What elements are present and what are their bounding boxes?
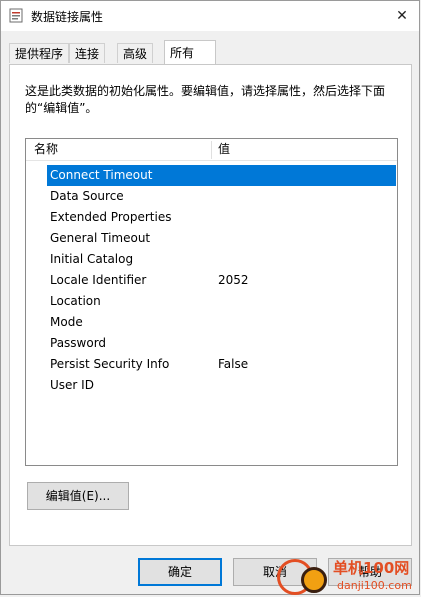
edit-value-button[interactable]: 编辑值(E)...	[27, 482, 129, 510]
close-icon: ✕	[396, 8, 408, 24]
dialog-window: 数据链接属性 ✕ 提供程序 连接 高级 所有 这是此类数据的初始化属性。要编辑值…	[0, 0, 420, 595]
all-properties-panel: 这是此类数据的初始化属性。要编辑值，请选择属性，然后选择下面的“编辑值”。 名称…	[9, 64, 412, 546]
database-link-icon	[9, 8, 23, 23]
property-row[interactable]: Password	[47, 333, 396, 354]
property-rows: Connect Timeout Data Source Extended Pro…	[47, 165, 396, 396]
property-row[interactable]: Initial Catalog	[47, 249, 396, 270]
properties-list[interactable]: 名称 值 Connect Timeout Data Source Extende…	[25, 138, 398, 466]
ok-button[interactable]: 确定	[138, 558, 222, 586]
property-name: General Timeout	[50, 231, 151, 245]
property-row[interactable]: Persist Security Info False	[47, 354, 396, 375]
column-header-name[interactable]: 名称	[34, 139, 58, 160]
property-value: 2052	[218, 273, 249, 287]
property-name: Password	[50, 336, 107, 350]
property-row[interactable]: User ID	[47, 375, 396, 396]
list-header: 名称 值	[26, 139, 397, 161]
tab-connection[interactable]: 连接	[69, 43, 106, 63]
close-button[interactable]: ✕	[385, 1, 419, 31]
property-name: Location	[50, 294, 101, 308]
watermark-title: 单机100网	[333, 559, 410, 577]
column-divider[interactable]	[211, 141, 212, 159]
property-row[interactable]: General Timeout	[47, 228, 396, 249]
watermark-url: danji100.com	[337, 579, 412, 592]
property-name: Persist Security Info	[50, 357, 170, 371]
tab-all[interactable]: 所有	[164, 40, 216, 64]
watermark-dot-icon	[301, 567, 327, 593]
property-row[interactable]: Connect Timeout	[47, 165, 396, 186]
property-value: False	[218, 357, 249, 371]
property-row[interactable]: Mode	[47, 312, 396, 333]
site-watermark: 单机100网 danji100.com	[271, 551, 421, 597]
property-name: Extended Properties	[50, 210, 172, 224]
property-name: User ID	[50, 378, 94, 392]
property-row[interactable]: Extended Properties	[47, 207, 396, 228]
column-header-value[interactable]: 值	[218, 139, 230, 160]
property-row[interactable]: Data Source	[47, 186, 396, 207]
property-row[interactable]: Locale Identifier 2052	[47, 270, 396, 291]
tab-advanced[interactable]: 高级	[117, 43, 154, 63]
property-name: Mode	[50, 315, 83, 329]
property-name: Initial Catalog	[50, 252, 134, 266]
panel-description: 这是此类数据的初始化属性。要编辑值，请选择属性，然后选择下面的“编辑值”。	[25, 84, 386, 115]
property-name: Locale Identifier	[50, 273, 147, 287]
property-name: Connect Timeout	[50, 168, 153, 182]
tab-provider[interactable]: 提供程序	[9, 43, 70, 63]
window-title: 数据链接属性	[31, 10, 104, 24]
property-row[interactable]: Location	[47, 291, 396, 312]
title-bar[interactable]: 数据链接属性 ✕	[1, 1, 419, 31]
property-name: Data Source	[50, 189, 124, 203]
